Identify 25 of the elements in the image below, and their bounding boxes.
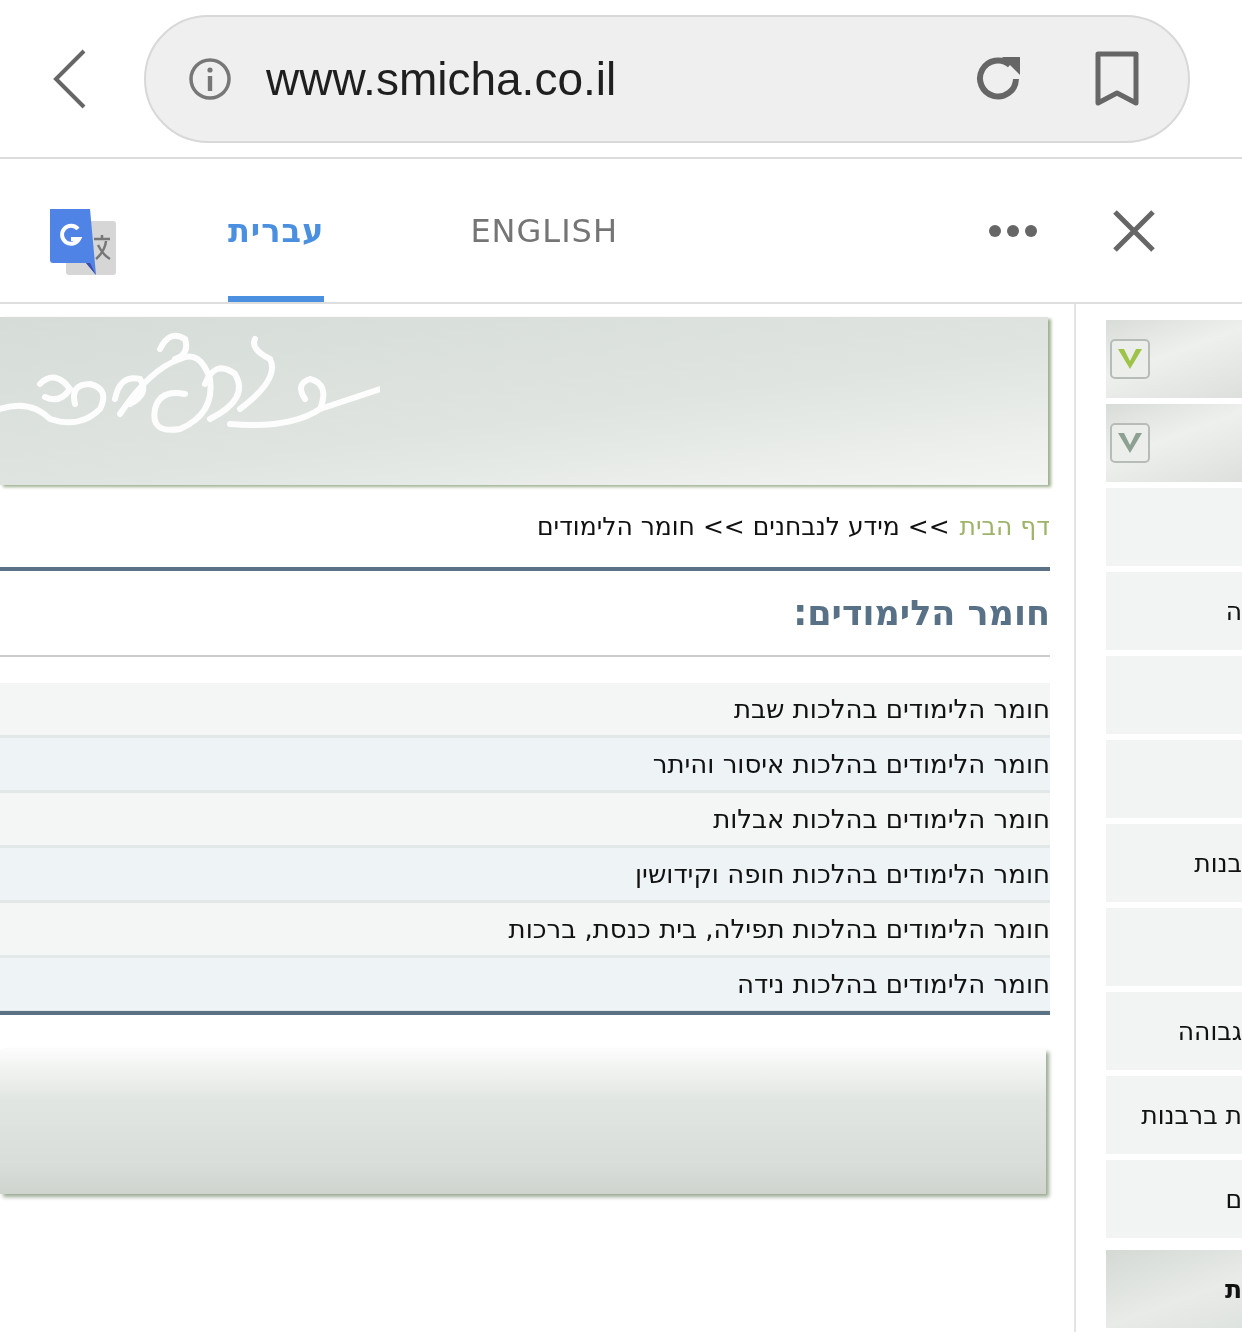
material-link[interactable]: חומר הלימודים בהלכות אבלות [0,793,1050,848]
menu-item[interactable]: בנות [1106,824,1242,902]
language-tab[interactable]: ENGLISH [470,159,618,302]
translate-logo-icon [50,209,118,277]
chevron-down-icon [1110,339,1150,379]
bookmark-icon[interactable] [1094,50,1140,107]
material-link[interactable]: חומר הלימודים בהלכות נידה [0,958,1050,1013]
menu-item[interactable]: ת ברבנות [1106,1076,1242,1154]
menu-heading: ת [1106,1250,1242,1328]
material-link[interactable]: חומר הלימודים בהלכות איסור והיתר [0,738,1050,793]
more-icon[interactable] [988,223,1038,238]
address-bar[interactable]: www.smicha.co.il [144,14,1190,143]
menu-item[interactable]: ה [1106,572,1242,650]
chevron-down-icon [1110,423,1150,463]
breadcrumb-text: >> מידע לנבחנים >> חומר הלימודים [537,511,950,541]
material-link[interactable]: חומר הלימודים בהלכות תפילה, בית כנסת, ברכות [0,903,1050,958]
page-title: חומר הלימודים: [792,592,1050,635]
material-link[interactable]: חומר הלימודים בהלכות חופה וקידושין [0,848,1050,903]
menu-item[interactable]: גבוהה [1106,992,1242,1070]
back-icon[interactable] [52,48,88,109]
close-icon[interactable] [1112,208,1156,253]
info-icon[interactable] [188,56,232,101]
url-text: www.smicha.co.il [266,51,618,106]
material-link[interactable]: חומר הלימודים בהלכות שבת [0,683,1050,738]
menu-item[interactable]: ם [1106,1160,1242,1238]
